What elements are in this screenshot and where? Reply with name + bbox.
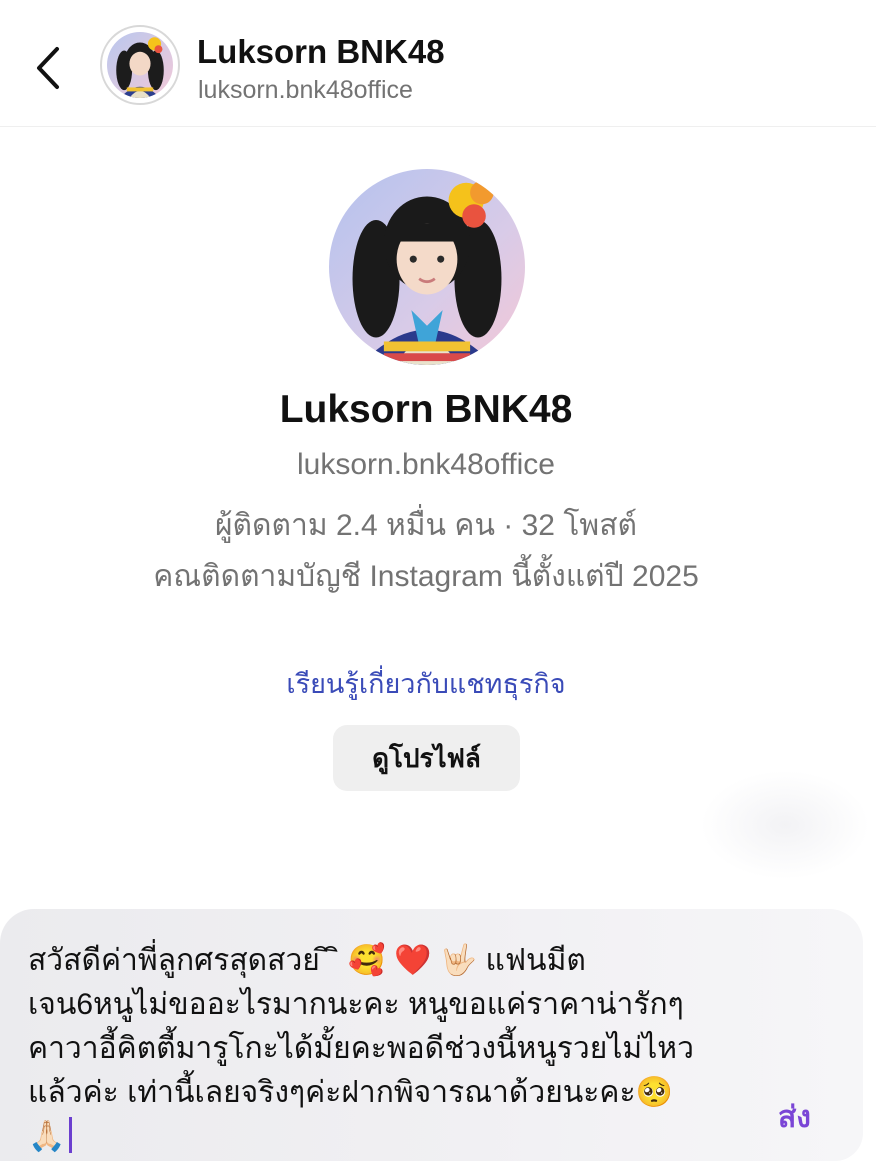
header-avatar[interactable]: [100, 25, 180, 105]
message-text: สวัสดีค่าพี่ลูกศรสุดสวย ิ ิ 🥰 ❤️ 🤟🏻 แฟนม…: [28, 944, 694, 1153]
profile-name: Luksorn BNK48: [279, 388, 573, 431]
back-button[interactable]: [22, 38, 74, 98]
header-handle: luksorn.bnk48office: [198, 76, 413, 104]
business-chat-link[interactable]: เรียนรู้เกี่ยวกับแชทธุรกิจ: [0, 662, 852, 705]
chat-header: Luksorn BNK48 luksorn.bnk48office: [0, 0, 876, 127]
avatar-image: [107, 32, 173, 98]
text-cursor: [69, 1117, 73, 1153]
profile-stats: ผู้ติดตาม 2.4 หมื่น คน · 32 โพสต์: [214, 509, 638, 542]
chevron-left-icon: [37, 47, 59, 89]
follow-since-text: คณติดตามบัญชี Instagram นี้ตั้งแต่ปี 202…: [153, 560, 699, 593]
profile-handle: luksorn.bnk48office: [297, 448, 555, 481]
profile-avatar[interactable]: [329, 169, 525, 365]
view-profile-button[interactable]: ดูโปรไฟล์: [333, 725, 520, 791]
header-name[interactable]: Luksorn BNK48: [197, 33, 445, 71]
background-shadow: [700, 770, 870, 880]
send-button[interactable]: ส่ง: [778, 1094, 811, 1141]
message-input[interactable]: สวัสดีค่าพี่ลูกศรสุดสวย ิ ิ 🥰 ❤️ 🤟🏻 แฟนม…: [28, 939, 748, 1159]
message-composer[interactable]: สวัสดีค่าพี่ลูกศรสุดสวย ิ ิ 🥰 ❤️ 🤟🏻 แฟนม…: [0, 909, 863, 1161]
